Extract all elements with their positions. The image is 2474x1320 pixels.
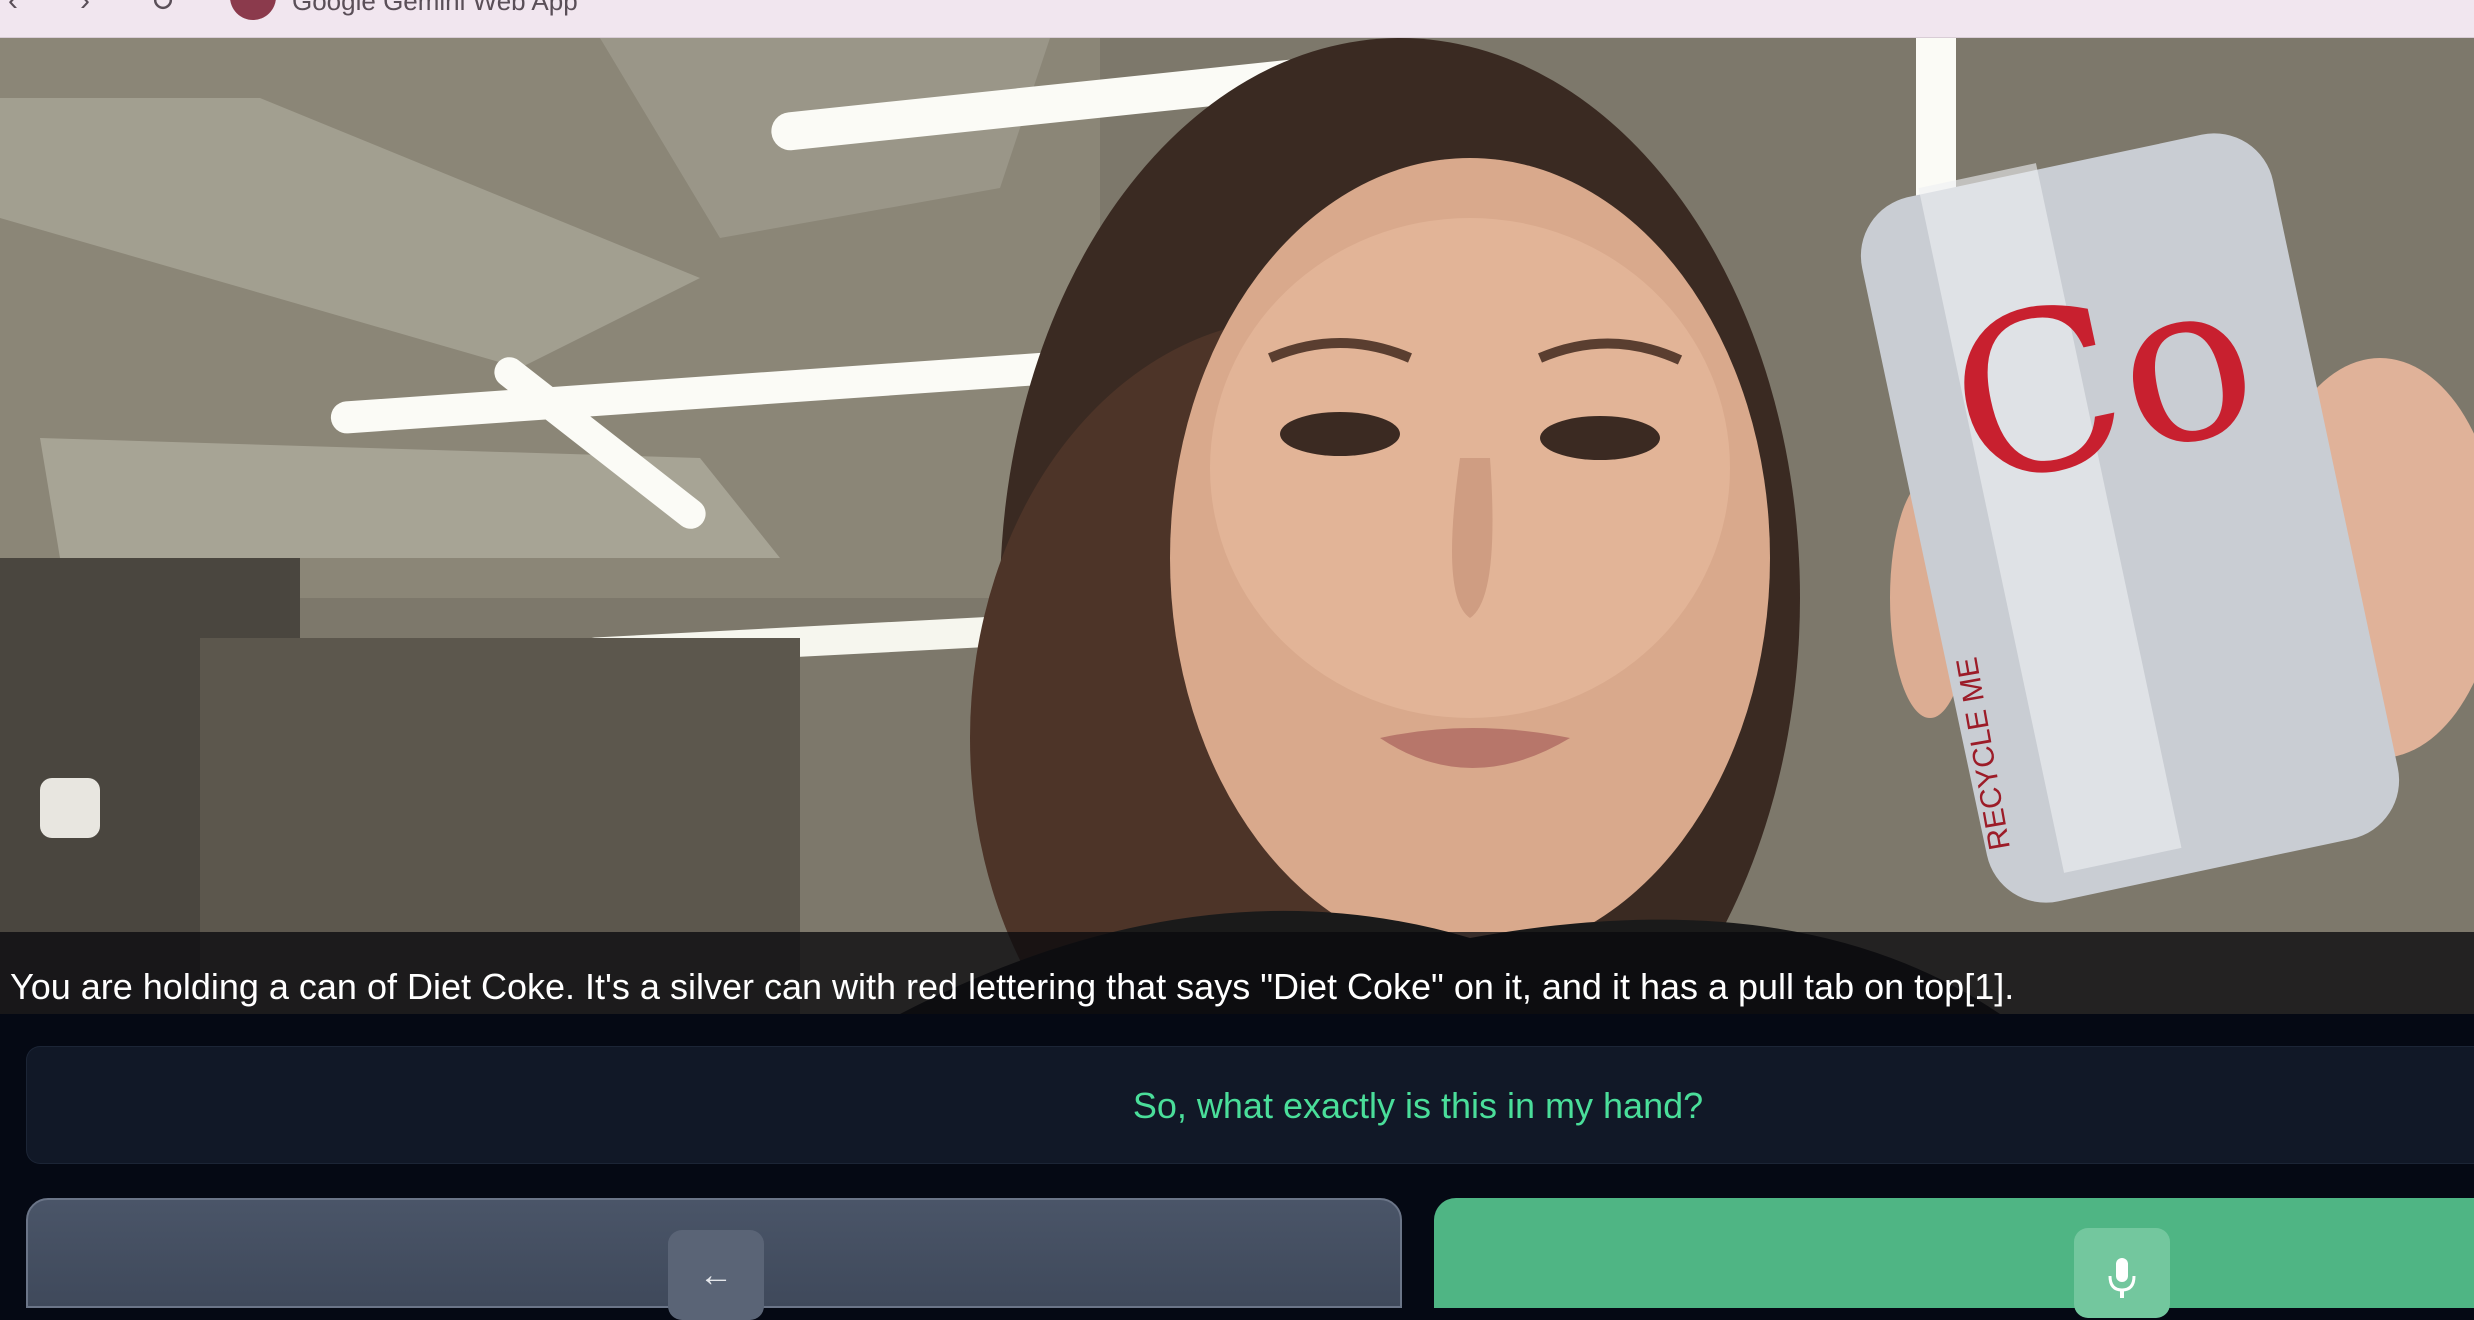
mic-control-panel[interactable]	[1434, 1198, 2474, 1318]
profile-avatar[interactable]	[230, 0, 276, 20]
microphone-button[interactable]	[2074, 1228, 2170, 1318]
ai-response-caption: You are holding a can of Diet Coke. It's…	[10, 966, 2015, 1007]
camera-feed: Co RECYCLE ME You are holding a can of D…	[0, 38, 2474, 1014]
tab-title[interactable]: Google Gemini Web App	[292, 0, 578, 17]
back-nav-icon[interactable]: ‹	[8, 0, 18, 18]
browser-tab-bar: ‹ › ↻ Google Gemini Web App	[0, 0, 2474, 38]
reload-icon[interactable]: ↻	[150, 0, 175, 19]
user-question-text: So, what exactly is this in my hand?	[1132, 1085, 1704, 1126]
arrow-left-icon: ←	[699, 1256, 733, 1294]
back-control-panel[interactable]: ←	[26, 1198, 1402, 1320]
back-button[interactable]: ←	[668, 1230, 764, 1320]
caption-overlay: You are holding a can of Diet Coke. It's…	[0, 932, 2474, 1014]
camera-image: Co RECYCLE ME	[0, 38, 2474, 1014]
microphone-icon	[2108, 1258, 2136, 1298]
transcript-panel: So, what exactly is this in my hand?	[26, 1046, 2474, 1164]
forward-nav-icon[interactable]: ›	[80, 0, 90, 18]
